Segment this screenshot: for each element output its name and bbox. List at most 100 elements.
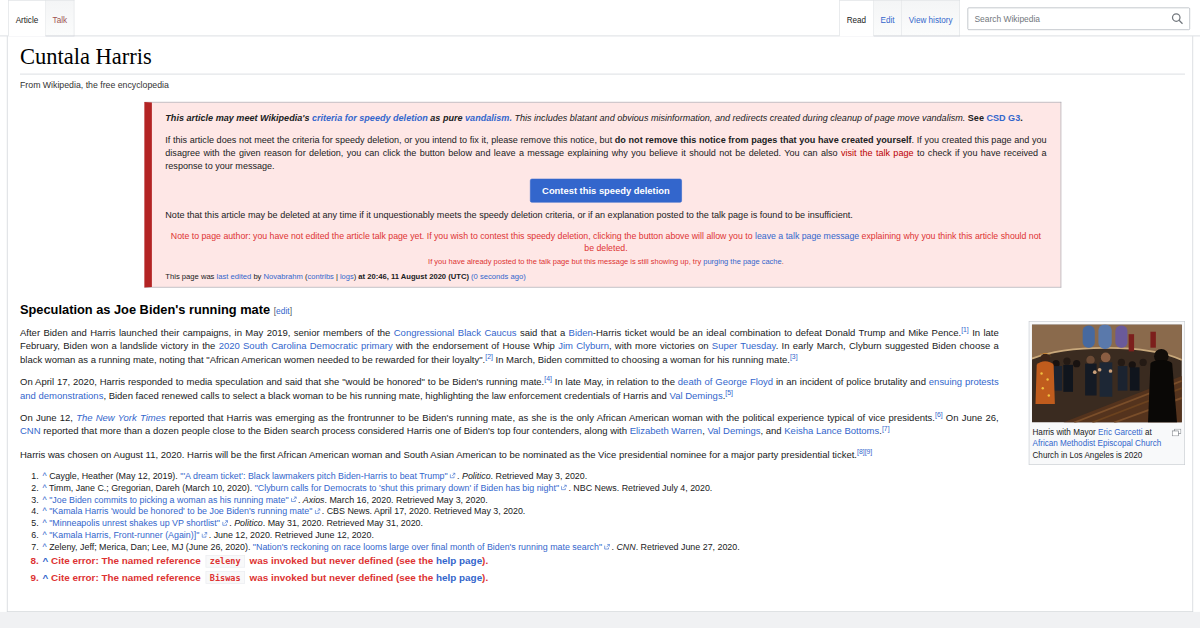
footnote-ref[interactable]: [2]	[485, 353, 493, 361]
reference-item: 7.^ Zeleny, Jeff; Merica, Dan; Lee, MJ (…	[25, 541, 1185, 553]
text: Note that this article may be deleted at…	[165, 210, 852, 220]
notice-paragraph: If this article does not meet the criter…	[165, 133, 1046, 172]
text: This article may meet Wikipedia's	[165, 113, 312, 123]
reference-item: 3.^ "Joe Biden commits to picking a woma…	[25, 494, 1185, 506]
link[interactable]: Val Demings	[707, 426, 760, 437]
link[interactable]: visit the talk page	[841, 148, 914, 158]
link[interactable]: 2020 South Carolina Democratic primary	[219, 340, 393, 351]
link[interactable]: criteria for speedy deletion	[312, 113, 428, 123]
reference-number: 6.	[25, 529, 39, 541]
text: See	[968, 113, 987, 123]
link[interactable]: Eric Garcetti	[1098, 427, 1143, 436]
tab-talk[interactable]: Talk	[46, 0, 75, 36]
tab-read[interactable]: Read	[839, 0, 873, 36]
footnote-ref[interactable]: [5]	[725, 389, 733, 397]
reference-number: 1.	[25, 470, 39, 482]
text: On June 12,	[20, 412, 76, 423]
footnote-ref[interactable]: [6]	[935, 411, 943, 419]
text: . June 12, 2020. Retrieved June 12, 2020…	[209, 530, 374, 540]
link[interactable]: Congressional Black Caucus	[394, 327, 517, 338]
church-photo[interactable]	[1032, 324, 1182, 422]
link[interactable]: Val Demings	[670, 390, 723, 401]
link[interactable]: vandalism.	[465, 113, 512, 123]
footnote-ref[interactable]: [4]	[544, 375, 552, 383]
text: in an incident of police brutality and	[773, 376, 929, 387]
search-input[interactable]	[968, 8, 1191, 31]
text: CNN	[616, 542, 635, 552]
text: Politico	[234, 518, 263, 528]
footnote-ref[interactable]: [1]	[961, 326, 969, 334]
edit-section-link[interactable]: edit	[276, 307, 290, 316]
link[interactable]: "Joe Biden commits to picking a woman as…	[49, 494, 288, 504]
text: reported that more than a dozen people c…	[41, 426, 630, 437]
reference-number: 2.	[25, 482, 39, 494]
reference-number: 3.	[25, 494, 39, 506]
link[interactable]: help page	[436, 556, 482, 567]
link[interactable]: (0 seconds ago)	[471, 272, 526, 281]
link[interactable]: Biden	[569, 327, 593, 338]
text: Harris was chosen on August 11, 2020. Ha…	[20, 448, 857, 459]
text: Politico	[462, 471, 491, 481]
link[interactable]: last edited	[217, 272, 252, 281]
link[interactable]: help page	[436, 572, 482, 583]
reference-item: 5.^ "Minneapolis unrest shakes up VP sho…	[25, 517, 1185, 529]
link[interactable]: The New York Times	[76, 412, 166, 423]
link[interactable]: Super Tuesday	[712, 340, 776, 351]
text: ).	[482, 556, 488, 567]
page-title: Cuntala Harris	[20, 36, 1185, 74]
tab-view-history[interactable]: View history	[902, 0, 960, 36]
external-link-icon	[604, 541, 610, 553]
link[interactable]: "Minneapolis unrest shakes up VP shortli…	[49, 518, 220, 528]
text: . Retrieved June 27, 2020.	[636, 542, 740, 552]
link[interactable]: Novabrahm	[264, 272, 303, 281]
footnote-ref[interactable]: [9]	[865, 447, 873, 455]
link[interactable]: purging the page cache	[703, 258, 781, 267]
text: at	[1143, 427, 1152, 436]
text: ).	[482, 572, 488, 583]
last-edited-line: This page was last edited by Novabrahm (…	[165, 272, 1046, 283]
text: On April 17, 2020, Harris responded to m…	[20, 376, 544, 387]
text: This page was	[165, 272, 216, 281]
paragraph: After Biden and Harris launched their ca…	[20, 326, 1185, 366]
enlarge-icon[interactable]	[1172, 428, 1181, 439]
notice-purge-hint: If you have already posted to the talk p…	[165, 257, 1046, 268]
footnote-ref[interactable]: [7]	[882, 425, 890, 433]
link[interactable]: "Kamala Harris, Front-runner (Again)]"	[49, 530, 199, 540]
text: with the endorsement of House Whip	[393, 340, 558, 351]
link[interactable]: CNN	[20, 426, 41, 437]
link[interactable]: "Clyburn calls for Democrats to 'shut th…	[255, 482, 559, 492]
text: said that a	[517, 327, 569, 338]
link[interactable]: leave a talk page message	[755, 231, 859, 241]
reference-item: 2.^ Timm, Jane C.; Gregorian, Dareh (Mar…	[25, 482, 1185, 494]
article-paragraphs: After Biden and Harris launched their ca…	[20, 326, 1185, 461]
link[interactable]: CSD G3	[986, 113, 1020, 123]
reference-number: 7.	[25, 541, 39, 553]
link[interactable]: "Nation's reckoning on race looms large …	[253, 542, 602, 552]
footnote-ref[interactable]: [3]	[790, 353, 798, 361]
link[interactable]: contribs	[308, 272, 334, 281]
tab-edit[interactable]: Edit	[874, 0, 902, 36]
link[interactable]: logs	[340, 272, 354, 281]
text: was invoked but never defined (see the	[247, 556, 436, 567]
link[interactable]: "Kamala Harris 'would be honored' to be …	[49, 506, 312, 516]
reference-number: 5.	[25, 517, 39, 529]
wikipedia-page: ArticleTalk ReadEditView history Cuntala…	[0, 0, 1200, 628]
text: . NBC News. Retrieved July 4, 2020.	[568, 482, 712, 492]
text: at 20:46, 11 August 2020 (UTC)	[356, 272, 471, 281]
text: by	[251, 272, 263, 281]
contest-deletion-button[interactable]: Contest this speedy deletion	[530, 179, 681, 203]
link[interactable]: "'A dream ticket': Black lawmakers pitch…	[180, 471, 447, 481]
link[interactable]: African Methodist Episcopal Church	[1033, 439, 1162, 448]
link[interactable]: Jim Clyburn	[558, 340, 609, 351]
link[interactable]: Elizabeth Warren	[630, 426, 702, 437]
text: In March, Biden committed to choosing a …	[493, 354, 790, 365]
text: . March 16, 2020. Retrieved May 3, 2020.	[325, 494, 488, 504]
link[interactable]: Keisha Lance Bottoms	[784, 426, 879, 437]
view-tabs: ReadEditView history	[839, 0, 960, 36]
search-icon[interactable]	[1171, 13, 1184, 27]
external-link-icon	[450, 470, 456, 482]
tab-article[interactable]: Article	[8, 0, 46, 36]
text: Cite error: The named reference	[48, 572, 203, 583]
text: , and	[761, 426, 785, 437]
link[interactable]: death of George Floyd	[678, 376, 773, 387]
